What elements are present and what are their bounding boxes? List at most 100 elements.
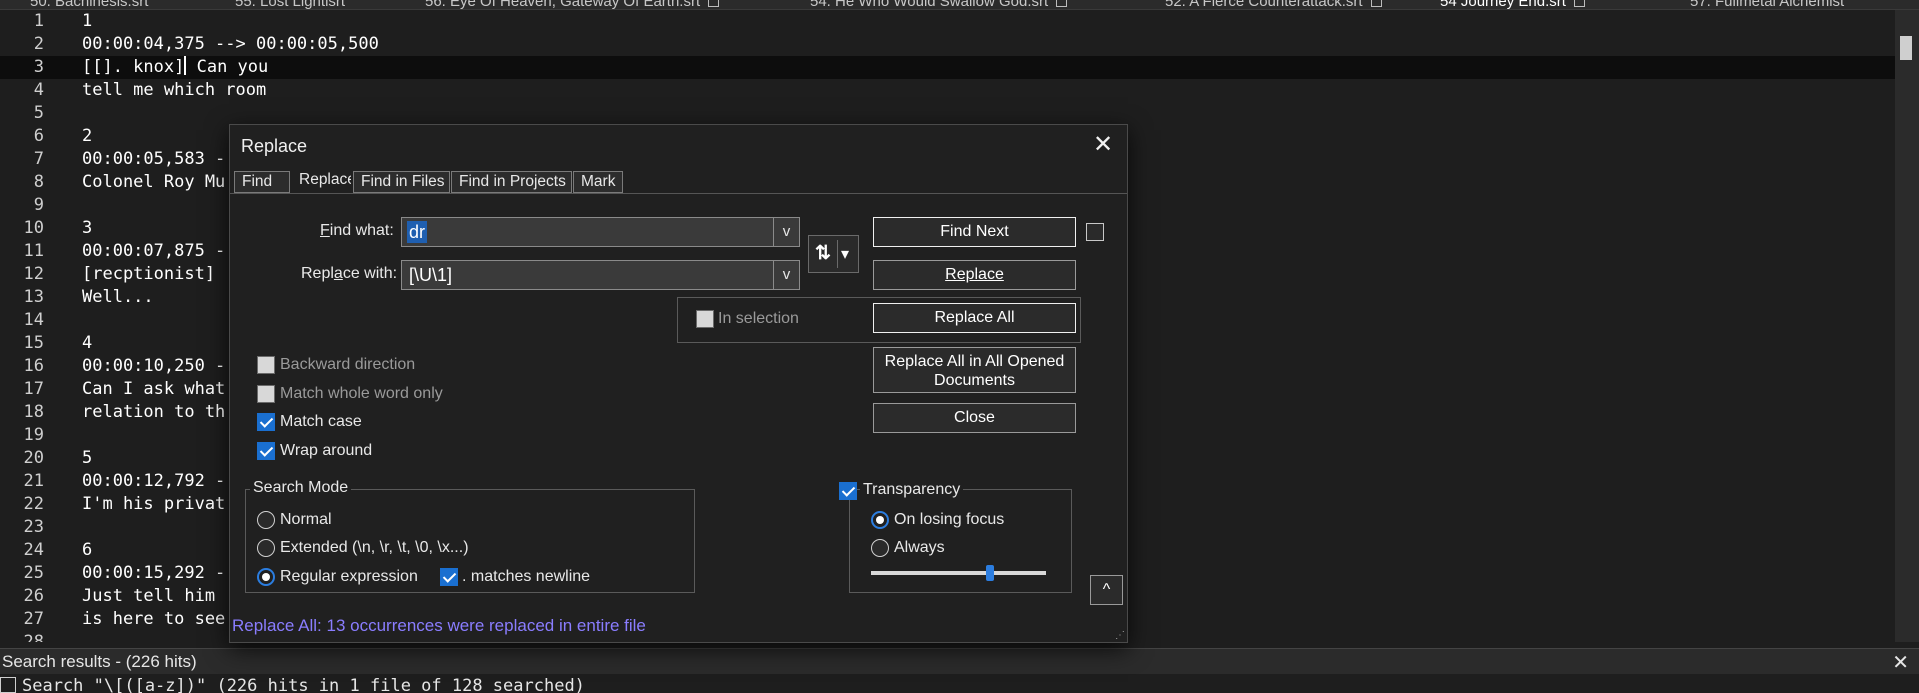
- search-results-body[interactable]: Search "\[([a-z])" (226 hits in 1 file o…: [0, 674, 1919, 693]
- vertical-scrollbar[interactable]: [1895, 10, 1919, 642]
- editor-line-current[interactable]: 3 [[]. knox] Can you: [0, 56, 1895, 79]
- scrollbar-thumb[interactable]: [1900, 36, 1912, 60]
- replace-all-opened-button[interactable]: Replace All in All Opened Documents: [873, 347, 1076, 393]
- editor-line[interactable]: 2 00:00:04,375 --> 00:00:05,500: [0, 33, 1895, 56]
- text-caret: [184, 56, 187, 75]
- replace-button[interactable]: Replace: [873, 260, 1076, 290]
- transparency-slider[interactable]: [871, 565, 1046, 581]
- search-results-summary: Search "\[([a-z])" (226 hits in 1 file o…: [22, 676, 585, 693]
- line-text[interactable]: 00:00:07,875 -: [82, 240, 225, 263]
- match-case-label: Match case: [280, 413, 362, 430]
- line-number: 25: [23, 563, 44, 583]
- tab-close-icon[interactable]: [1573, 0, 1585, 7]
- document-tab[interactable]: 50. Bachinesis.srt: [30, 0, 148, 9]
- in-selection-checkbox[interactable]: [696, 310, 714, 328]
- normal-radio[interactable]: [257, 511, 275, 529]
- line-text[interactable]: [recptionist]: [82, 263, 215, 286]
- line-number: 12: [23, 264, 44, 284]
- status-message: Replace All: 13 occurrences were replace…: [232, 616, 646, 635]
- tab-find-in-projects[interactable]: Find in Projects: [451, 171, 572, 193]
- tab-find[interactable]: Find: [234, 171, 290, 193]
- line-number: 2: [33, 34, 44, 54]
- whole-word-checkbox[interactable]: [257, 385, 275, 403]
- replace-with-field[interactable]: [\U\1] v: [401, 260, 800, 290]
- chevron-down-icon[interactable]: ▾: [841, 244, 849, 264]
- document-tab-active[interactable]: 54 Journey End.srt: [1440, 0, 1585, 9]
- line-text[interactable]: Just tell him: [82, 585, 215, 608]
- tab-close-icon[interactable]: [1056, 0, 1068, 7]
- find-what-field[interactable]: dr v: [401, 217, 800, 247]
- swap-direction-button[interactable]: ⇅ ▾: [808, 235, 859, 273]
- line-text[interactable]: 00:00:15,292 -: [82, 562, 225, 585]
- line-text[interactable]: tell me which room: [82, 79, 266, 102]
- resize-grip-icon[interactable]: ⋰: [1115, 630, 1125, 641]
- document-tab[interactable]: 52. A Fierce Counterattack.srt: [1165, 0, 1382, 9]
- close-button[interactable]: Close: [873, 403, 1076, 433]
- search-results-header: Search results - (226 hits) ✕: [0, 648, 1919, 674]
- line-text[interactable]: 00:00:10,250 -: [82, 355, 225, 378]
- line-number: 7: [33, 149, 44, 169]
- chevron-down-icon[interactable]: v: [773, 261, 799, 289]
- line-text[interactable]: I'm his privat: [82, 493, 225, 516]
- tab-mark[interactable]: Mark: [573, 171, 623, 193]
- line-text[interactable]: 00:00:04,375 --> 00:00:05,500: [82, 33, 379, 56]
- line-text[interactable]: 5: [82, 447, 92, 470]
- always-radio[interactable]: [871, 539, 889, 557]
- tab-close-icon[interactable]: [708, 0, 720, 7]
- matches-newline-checkbox[interactable]: [440, 568, 458, 586]
- match-case-checkbox[interactable]: [257, 413, 275, 431]
- regex-label: Regular expression: [280, 568, 418, 585]
- document-tab[interactable]: 57. Fullmetal Alchemist: [1690, 0, 1844, 9]
- document-tab[interactable]: 55. Lost Lightisrt: [235, 0, 346, 10]
- tab-close-icon[interactable]: [1370, 0, 1382, 7]
- chevron-down-icon[interactable]: v: [773, 218, 799, 246]
- find-what-value[interactable]: dr: [407, 221, 428, 243]
- editor-line[interactable]: 4 tell me which room: [0, 79, 1895, 102]
- line-text[interactable]: 2: [82, 125, 92, 148]
- line-text[interactable]: [[]. knox] Can you: [82, 56, 268, 79]
- regex-radio[interactable]: [257, 568, 275, 586]
- line-text[interactable]: 3: [82, 217, 92, 240]
- document-tab[interactable]: 56. Eye Of Heaven, Gateway Of Earth.srt: [425, 0, 720, 9]
- collapse-toggle-icon[interactable]: [0, 677, 16, 693]
- line-text[interactable]: 1: [82, 10, 92, 33]
- line-text[interactable]: 00:00:12,792 -: [82, 470, 225, 493]
- on-losing-focus-radio[interactable]: [871, 511, 889, 529]
- line-number: 13: [23, 287, 44, 307]
- search-results-line[interactable]: Search "\[([a-z])" (226 hits in 1 file o…: [0, 676, 585, 693]
- line-number: 21: [23, 471, 44, 491]
- line-number: 5: [33, 103, 44, 123]
- always-label: Always: [894, 539, 945, 556]
- line-text[interactable]: 00:00:05,583 -: [82, 148, 225, 171]
- line-number: 28: [23, 632, 44, 642]
- tab-label: 55. Lost Lightisrt: [235, 0, 346, 10]
- tab-replace[interactable]: Replace: [291, 169, 352, 194]
- tab-find-in-files[interactable]: Find in Files: [353, 171, 450, 193]
- editor-line[interactable]: 5: [0, 102, 1895, 125]
- tab-divider: [230, 193, 1127, 194]
- replace-with-value[interactable]: [\U\1]: [409, 264, 452, 286]
- close-icon[interactable]: ✕: [1892, 650, 1909, 675]
- line-text[interactable]: is here to see: [82, 608, 225, 631]
- collapse-up-button[interactable]: ^: [1090, 575, 1123, 605]
- line-text[interactable]: 6: [82, 539, 92, 562]
- line-text[interactable]: Can I ask what: [82, 378, 225, 401]
- wrap-around-checkbox[interactable]: [257, 442, 275, 460]
- find-next-option-checkbox[interactable]: [1086, 223, 1104, 241]
- find-next-button[interactable]: Find Next: [873, 217, 1076, 247]
- line-text[interactable]: Colonel Roy Mu: [82, 171, 225, 194]
- line-text[interactable]: relation to th: [82, 401, 225, 424]
- line-number: 8: [33, 172, 44, 192]
- line-text[interactable]: Well...: [82, 286, 154, 309]
- document-tab[interactable]: 54. He Who Would Swallow God.srt: [810, 0, 1068, 9]
- slider-thumb[interactable]: [986, 565, 994, 581]
- extended-radio[interactable]: [257, 539, 275, 557]
- backward-direction-checkbox[interactable]: [257, 356, 275, 374]
- line-text[interactable]: 4: [82, 332, 92, 355]
- matches-newline-label: . matches newline: [462, 568, 591, 585]
- close-icon[interactable]: ✕: [1093, 133, 1113, 157]
- editor-line[interactable]: 11: [0, 10, 1895, 33]
- transparency-checkbox[interactable]: [839, 482, 857, 500]
- search-mode-title: Search Mode: [250, 479, 352, 497]
- replace-all-button[interactable]: Replace All: [873, 303, 1076, 333]
